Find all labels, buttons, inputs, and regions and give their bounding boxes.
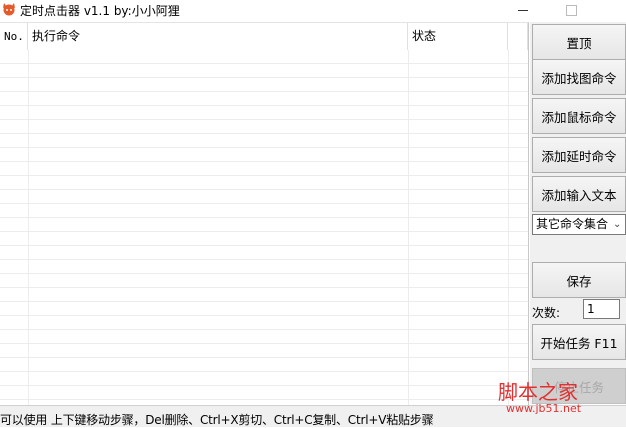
site-watermark: 脚本之家 www.jb51.net	[498, 376, 626, 416]
window-title: 定时点击器 v1.1 by:小小阿狸	[20, 4, 180, 18]
count-input[interactable]: 1	[583, 299, 620, 319]
other-commands-select[interactable]: 其它命令集合 ⌄	[532, 214, 626, 235]
minimize-icon	[518, 9, 528, 11]
chevron-down-icon: ⌄	[613, 219, 622, 230]
row-divider	[408, 50, 409, 405]
list-rows[interactable]	[0, 50, 528, 405]
add-mouse-command-button[interactable]: 添加鼠标命令	[532, 98, 626, 134]
other-commands-value: 其它命令集合	[536, 217, 609, 231]
maximize-icon	[565, 4, 577, 16]
row-divider	[28, 50, 29, 405]
maximize-button[interactable]	[548, 0, 594, 20]
title-bar: 定时点击器 v1.1 by:小小阿狸	[0, 0, 626, 20]
watermark-url: www.jb51.net	[506, 402, 582, 415]
column-header-spacer	[508, 23, 528, 50]
list-header: No. 执行命令 状态	[0, 23, 528, 50]
watermark-logo-text: 脚本之家	[498, 380, 578, 404]
status-hint-text: 可以使用 上下键移动步骤，Del删除、Ctrl+X剪切、Ctrl+C复制、Ctr…	[0, 413, 434, 427]
add-delay-command-button[interactable]: 添加延时命令	[532, 137, 626, 173]
column-header-command[interactable]: 执行命令	[28, 23, 408, 50]
column-header-no[interactable]: No.	[0, 23, 28, 50]
start-task-button[interactable]: 开始任务 F11	[532, 324, 626, 360]
row-divider	[508, 50, 509, 405]
pin-top-button[interactable]: 置顶	[532, 24, 626, 60]
app-fox-icon	[2, 2, 16, 16]
command-list[interactable]: No. 执行命令 状态	[0, 22, 529, 405]
command-panel: 置顶 添加找图命令 添加鼠标命令 添加延时命令 添加输入文本 其它命令集合 ⌄ …	[530, 22, 626, 404]
count-label: 次数:	[532, 306, 561, 320]
column-header-status[interactable]: 状态	[408, 23, 508, 50]
minimize-button[interactable]	[500, 0, 546, 20]
save-button[interactable]: 保存	[532, 262, 626, 298]
add-text-input-button[interactable]: 添加输入文本	[532, 176, 626, 212]
add-find-image-button[interactable]: 添加找图命令	[532, 59, 626, 95]
